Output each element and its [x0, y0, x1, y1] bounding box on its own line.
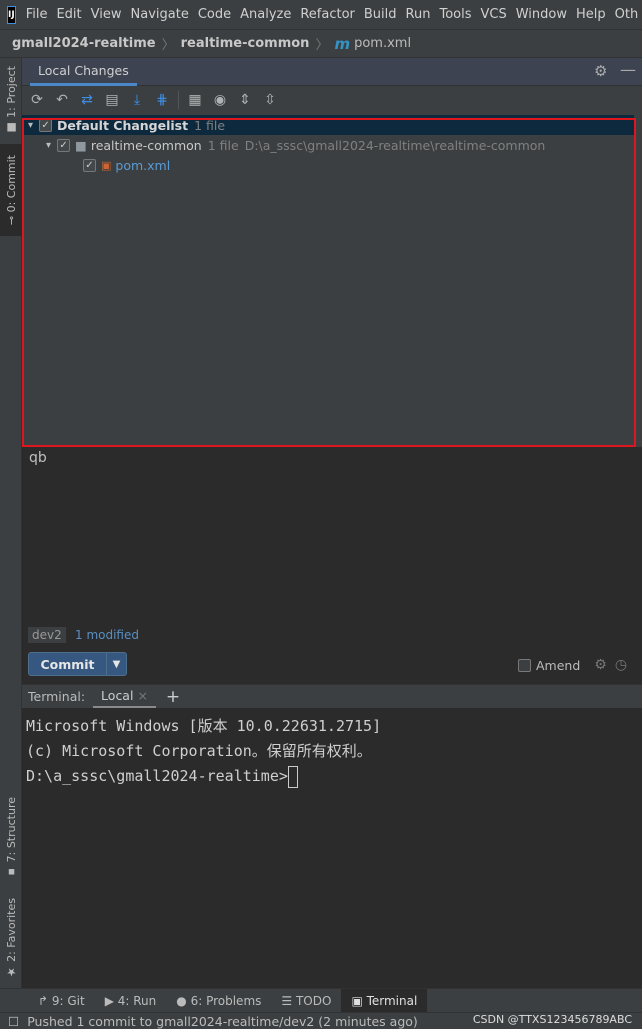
dropdown-arrow-icon[interactable]: ▼ — [107, 653, 126, 675]
tab-run[interactable]: ▶ 4: Run — [95, 989, 167, 1013]
maven-icon: m — [334, 34, 351, 53]
git-icon: ↱ — [38, 993, 52, 1008]
collapse-all-icon[interactable]: ⇳ — [261, 91, 279, 109]
terminal-icon: ▣ — [351, 993, 367, 1008]
menu-other[interactable]: Oth — [615, 7, 639, 22]
gear-icon[interactable]: ⚙ — [594, 62, 607, 80]
folder-icon: ■ — [4, 117, 18, 135]
tab-local-changes[interactable]: Local Changes — [30, 58, 137, 86]
menu-vcs[interactable]: VCS — [481, 7, 507, 22]
toolbar-divider — [178, 90, 179, 109]
menu-help[interactable]: Help — [576, 7, 606, 22]
tab-favorites[interactable]: ★ 2: Favorites — [0, 893, 22, 983]
tab-commit[interactable]: ⊸ 0: Commit — [0, 144, 22, 236]
menu-navigate[interactable]: Navigate — [131, 7, 189, 22]
expand-all-icon[interactable]: ⇕ — [236, 91, 254, 109]
refresh-icon[interactable]: ⟳ — [28, 91, 46, 109]
merge-icon[interactable]: ⋕ — [153, 91, 171, 109]
shelve-icon[interactable]: ▤ — [103, 91, 121, 109]
tab-todo[interactable]: ☰ TODO — [271, 989, 341, 1013]
watermark: CSDN @TTXS123456789ABC — [472, 1013, 632, 1026]
branch-badge: dev2 — [28, 627, 66, 643]
menu-window[interactable]: Window — [516, 7, 567, 22]
menu-view[interactable]: View — [91, 7, 122, 22]
commit-message-input[interactable]: qb — [22, 447, 642, 625]
breadcrumb-file[interactable]: pom.xml — [354, 36, 411, 51]
breadcrumb-module[interactable]: realtime-common — [181, 36, 310, 51]
tab-problems[interactable]: ● 6: Problems — [166, 989, 271, 1013]
tab-terminal[interactable]: ▣ Terminal — [341, 988, 428, 1013]
menu-build[interactable]: Build — [364, 7, 397, 22]
update-icon[interactable]: ⤓ — [128, 91, 146, 109]
menu-file[interactable]: File — [26, 7, 48, 22]
breadcrumb: gmall2024-realtime 〉 realtime-common 〉 m… — [0, 30, 642, 58]
modified-count-link[interactable]: 1 modified — [75, 628, 139, 642]
menu-edit[interactable]: Edit — [56, 7, 81, 22]
gear-icon[interactable]: ⚙ — [594, 657, 607, 673]
highlight-box — [22, 118, 636, 447]
bottom-tool-bar: ↱ 9: Git ▶ 4: Run ● 6: Problems ☰ TODO ▣… — [0, 988, 642, 1013]
status-bar: ☐ Pushed 1 commit to gmall2024-realtime/… — [0, 1012, 642, 1029]
close-icon[interactable]: × — [137, 688, 147, 703]
menu-code[interactable]: Code — [198, 7, 231, 22]
rollback-icon[interactable]: ↶ — [53, 91, 71, 109]
chevron-right-icon: 〉 — [161, 38, 175, 53]
status-message[interactable]: Pushed 1 commit to gmall2024-realtime/de… — [27, 1014, 418, 1029]
commit-button[interactable]: Commit ▼ — [28, 652, 127, 676]
terminal-output[interactable]: Microsoft Windows [版本 10.0.22631.2715] (c… — [22, 708, 642, 988]
left-tool-strip: ■ 1: Project ⊸ 0: Commit ▪ 7: Structure … — [0, 58, 22, 988]
minimize-icon[interactable]: — — [620, 60, 636, 79]
breadcrumb-project[interactable]: gmall2024-realtime — [12, 36, 156, 51]
terminal-tab-local[interactable]: Local × — [93, 685, 156, 709]
structure-icon: ▪ — [4, 862, 18, 879]
changes-toolbar: ⟳ ↶ ⇄ ▤ ⤓ ⋕ ▦ ◉ ⇕ ⇳ — [22, 86, 642, 113]
menu-bar: IJ File Edit View Navigate Code Analyze … — [0, 0, 642, 30]
tab-git[interactable]: ↱ 9: Git — [28, 989, 95, 1013]
menu-run[interactable]: Run — [406, 7, 431, 22]
menu-tools[interactable]: Tools — [439, 7, 471, 22]
diff-icon[interactable]: ⇄ — [78, 91, 96, 109]
problems-icon: ● — [176, 993, 191, 1008]
intellij-logo: IJ — [7, 5, 16, 24]
add-tab-icon[interactable]: + — [166, 687, 180, 707]
tool-window-header: Local Changes ⚙ — — [22, 58, 642, 86]
menu-refactor[interactable]: Refactor — [300, 7, 355, 22]
checkbox[interactable] — [518, 658, 531, 672]
history-icon[interactable]: ◷ — [615, 657, 627, 673]
tab-project[interactable]: ■ 1: Project — [0, 58, 22, 142]
group-by-icon[interactable]: ▦ — [186, 91, 204, 109]
terminal-header: Terminal: Local × + — [22, 684, 642, 709]
run-icon: ▶ — [104, 993, 118, 1008]
layout-toggle-icon[interactable]: ☐ — [8, 1014, 19, 1029]
eye-icon[interactable]: ◉ — [211, 91, 229, 109]
star-icon: ★ — [4, 961, 18, 979]
tab-structure[interactable]: ▪ 7: Structure — [0, 793, 22, 883]
commit-icon: ⊸ — [4, 212, 18, 226]
menu-analyze[interactable]: Analyze — [240, 7, 291, 22]
commit-panel: dev2 1 modified Commit ▼ Amend ⚙ ◷ — [22, 625, 642, 684]
chevron-right-icon: 〉 — [315, 38, 329, 53]
todo-icon: ☰ — [281, 993, 296, 1008]
terminal-cursor — [287, 765, 298, 788]
amend-checkbox[interactable]: Amend ⚙ ◷ — [518, 657, 627, 673]
